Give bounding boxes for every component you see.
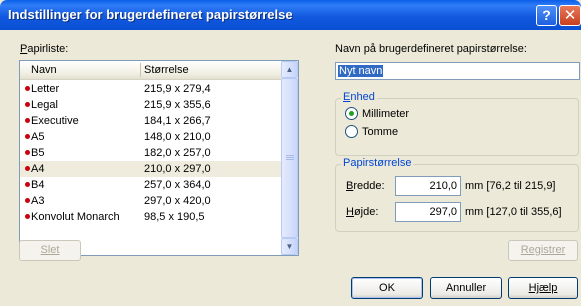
column-separator[interactable]	[140, 63, 141, 77]
height-range: mm [127,0 til 355,6]	[465, 206, 562, 218]
list-item-name: A5	[31, 131, 45, 143]
list-item[interactable]: Executive 184,1 x 266,7	[20, 113, 281, 129]
bullet-icon	[25, 86, 30, 91]
cancel-button[interactable]: Annuller	[430, 277, 502, 299]
radio-selected-dot	[349, 111, 354, 116]
list-item-size: 148,0 x 210,0	[144, 131, 211, 143]
help-button-label: Hjælp	[528, 282, 558, 294]
ok-button-label: OK	[379, 282, 395, 294]
bullet-icon	[25, 102, 30, 107]
bullet-icon	[25, 182, 30, 187]
list-item[interactable]: A4 210,0 x 297,0	[20, 161, 281, 177]
column-header-size[interactable]: Størrelse	[144, 64, 189, 76]
list-item-name: A4	[31, 163, 45, 175]
scroll-down-icon[interactable]: ▼	[281, 238, 298, 255]
height-input[interactable]: 297,0	[395, 202, 461, 222]
thumb-grip	[286, 155, 294, 156]
list-item-size: 257,0 x 364,0	[144, 179, 211, 191]
custom-name-value: Nyt navn	[338, 65, 384, 77]
register-button[interactable]: Registrer	[508, 240, 578, 261]
list-item-size: 98,5 x 190,5	[144, 211, 205, 223]
delete-button[interactable]: Slet	[19, 240, 81, 261]
paper-list-label-rest: apirliste:	[27, 43, 69, 55]
scroll-thumb[interactable]	[281, 78, 298, 238]
height-label-accel: H	[346, 206, 354, 218]
list-item[interactable]: B4 257,0 x 364,0	[20, 177, 281, 193]
paper-list-label: Papirliste:	[20, 43, 68, 55]
list-item[interactable]: Konvolut Monarch 98,5 x 190,5	[20, 209, 281, 225]
bullet-icon	[25, 150, 30, 155]
column-header-name[interactable]: Navn	[31, 64, 57, 76]
list-item-name: B5	[31, 147, 45, 159]
bullet-icon	[25, 166, 30, 171]
unit-group-title-rest: nhed	[350, 91, 375, 103]
list-item-name: Executive	[31, 115, 79, 127]
list-item[interactable]: A3 297,0 x 420,0	[20, 193, 281, 209]
list-item[interactable]: A5 148,0 x 210,0	[20, 129, 281, 145]
list-item-name: B4	[31, 179, 45, 191]
bullet-icon	[25, 134, 30, 139]
close-icon[interactable]: ✕	[559, 5, 581, 26]
help-icon[interactable]: ?	[536, 5, 557, 26]
radio-tomme[interactable]	[345, 125, 358, 138]
radio-millimeter[interactable]	[345, 107, 358, 120]
window-title: Indstillinger for brugerdefineret papirs…	[8, 7, 293, 22]
paper-size-group-title: Papirstørrelse	[341, 157, 414, 169]
custom-name-label: Navn på brugerdefineret papirstørrelse:	[335, 43, 527, 55]
list-item-size: 210,0 x 297,0	[144, 163, 211, 175]
thumb-grip	[286, 159, 294, 160]
bullet-icon	[25, 198, 30, 203]
list-item-size: 182,0 x 257,0	[144, 147, 211, 159]
dialog-body: Papirliste: Navn Størrelse Letter 215,9 x…	[0, 30, 581, 306]
height-label: Højde:	[346, 206, 378, 218]
radio-millimeter-label: Millimeter	[362, 108, 410, 120]
list-item-name: Konvolut Monarch	[31, 211, 120, 223]
list-item[interactable]: B5 182,0 x 257,0	[20, 145, 281, 161]
paper-list-header: Navn Størrelse	[20, 61, 281, 80]
width-label: Bredde:	[346, 180, 385, 192]
width-label-rest: redde:	[353, 180, 385, 192]
list-item[interactable]: Letter 215,9 x 279,4	[20, 81, 281, 97]
scroll-up-icon[interactable]: ▲	[281, 61, 298, 78]
radio-tomme-label: Tomme	[362, 126, 399, 138]
list-item-name: Legal	[31, 99, 58, 111]
list-item-name: Letter	[31, 83, 60, 95]
unit-group-title: Enhed	[341, 91, 377, 103]
vertical-scrollbar[interactable]: ▲ ▼	[281, 61, 298, 255]
list-item-size: 215,9 x 279,4	[144, 83, 211, 95]
ok-button[interactable]: OK	[351, 277, 423, 299]
list-item-size: 184,1 x 266,7	[144, 115, 211, 127]
bullet-icon	[25, 118, 30, 123]
list-item-name: A3	[31, 195, 45, 207]
cancel-button-label: Annuller	[445, 282, 487, 294]
paper-list[interactable]: Navn Størrelse Letter 215,9 x 279,4 Legal 2…	[19, 60, 299, 256]
delete-button-label: Slet	[40, 244, 60, 256]
height-label-rest: øjde:	[353, 206, 379, 218]
title-bar[interactable]: Indstillinger for brugerdefineret papirs…	[0, 0, 581, 30]
custom-name-input[interactable]: Nyt navn	[335, 62, 580, 80]
list-item[interactable]: Legal 215,9 x 355,6	[20, 97, 281, 113]
list-item-size: 215,9 x 355,6	[144, 99, 211, 111]
width-range: mm [76,2 til 215,9]	[465, 180, 556, 192]
width-input[interactable]: 210,0	[395, 176, 461, 196]
list-item-size: 297,0 x 420,0	[144, 195, 211, 207]
bullet-icon	[25, 214, 30, 219]
help-button[interactable]: Hjælp	[508, 277, 578, 299]
register-button-label: Registrer	[520, 244, 566, 256]
thumb-grip	[286, 157, 294, 158]
